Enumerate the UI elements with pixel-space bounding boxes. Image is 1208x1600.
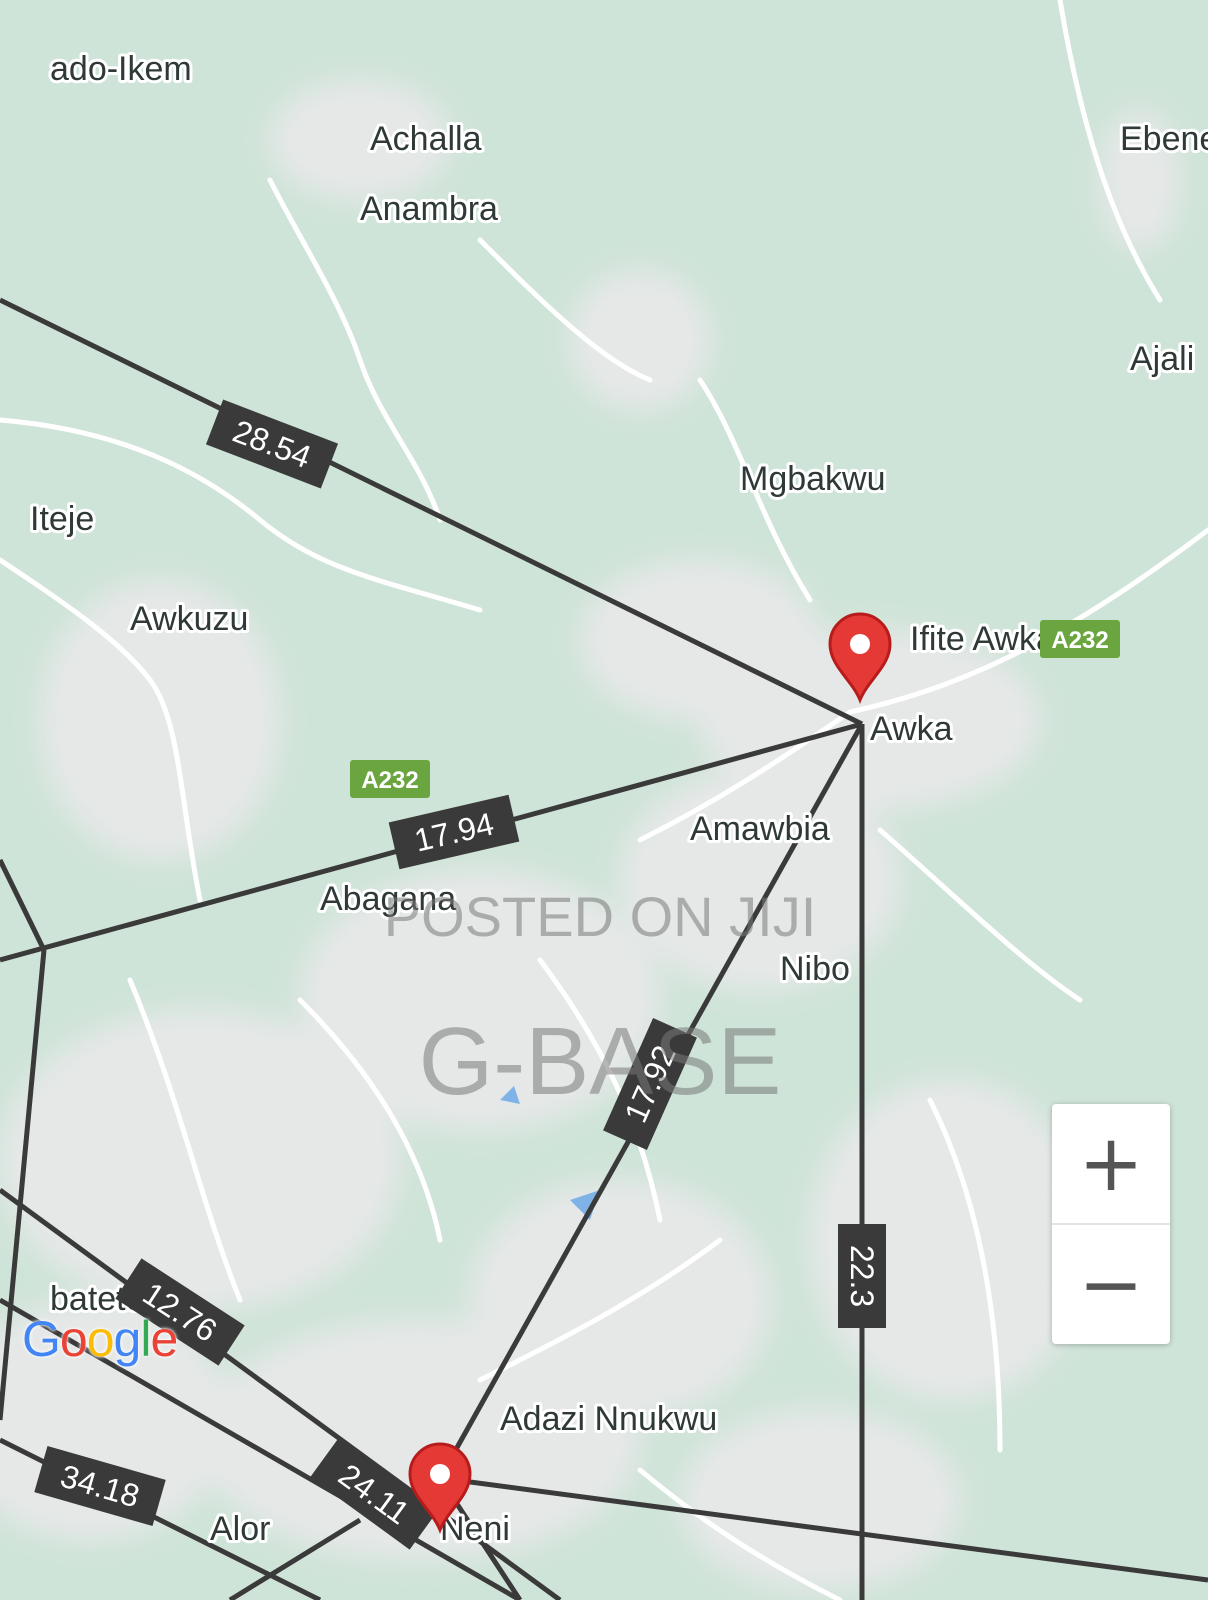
- google-logo-letter: G: [22, 1311, 61, 1367]
- google-logo: Google: [22, 1310, 178, 1368]
- zoom-in-button[interactable]: +: [1052, 1104, 1170, 1223]
- place-label: Iteje: [30, 500, 94, 538]
- urban-area: [580, 560, 820, 720]
- place-label: Anambra: [360, 190, 498, 228]
- urban-area: [680, 1410, 960, 1590]
- place-label: Adazi Nnukwu: [500, 1400, 717, 1438]
- place-label: Amawbia: [690, 810, 830, 848]
- road-shield: A232: [1040, 620, 1120, 658]
- map-view[interactable]: ado-Ikem Achalla Anambra Ebenebe Ajali Mgbakw…: [0, 0, 1208, 1600]
- marker-center: [430, 1464, 450, 1484]
- road-shield-label: A232: [361, 767, 418, 794]
- place-label: Awkuzu: [130, 600, 248, 638]
- google-logo-letter: g: [113, 1311, 142, 1367]
- place-label: Neni: [440, 1510, 510, 1548]
- place-label: Ebenebe: [1120, 120, 1208, 158]
- place-label: Ajali: [1130, 340, 1194, 378]
- google-logo-letter: e: [150, 1311, 178, 1367]
- google-logo-letter: l: [140, 1311, 151, 1367]
- distance-label-text: 22.3: [844, 1245, 880, 1307]
- map-canvas[interactable]: ado-Ikem Achalla Anambra Ebenebe Ajali Mgbakw…: [0, 0, 1208, 1600]
- urban-area: [570, 270, 710, 410]
- watermark-line1: POSTED ON JIJI: [384, 885, 817, 948]
- zoom-out-button[interactable]: −: [1052, 1225, 1170, 1344]
- place-label: Awka: [870, 710, 953, 748]
- zoom-control: + −: [1052, 1104, 1170, 1344]
- road-shield-label: A232: [1051, 627, 1108, 654]
- distance-label: 22.3: [838, 1224, 886, 1328]
- urban-area: [620, 770, 900, 990]
- place-label: ado-Ikem: [50, 50, 192, 88]
- place-label: Alor: [210, 1510, 270, 1548]
- place-label: Mgbakwu: [740, 460, 886, 498]
- place-label: Ifite Awka: [910, 620, 1055, 658]
- google-logo-letter: o: [86, 1311, 115, 1367]
- watermark-line2: G-BASE: [419, 1008, 782, 1115]
- marker-center: [850, 634, 870, 654]
- urban-area: [0, 1010, 400, 1310]
- road-shield: A232: [350, 760, 430, 798]
- place-label: Achalla: [370, 120, 482, 158]
- place-label: Nibo: [780, 950, 850, 988]
- urban-area: [470, 1180, 770, 1420]
- google-logo-letter: o: [59, 1311, 88, 1367]
